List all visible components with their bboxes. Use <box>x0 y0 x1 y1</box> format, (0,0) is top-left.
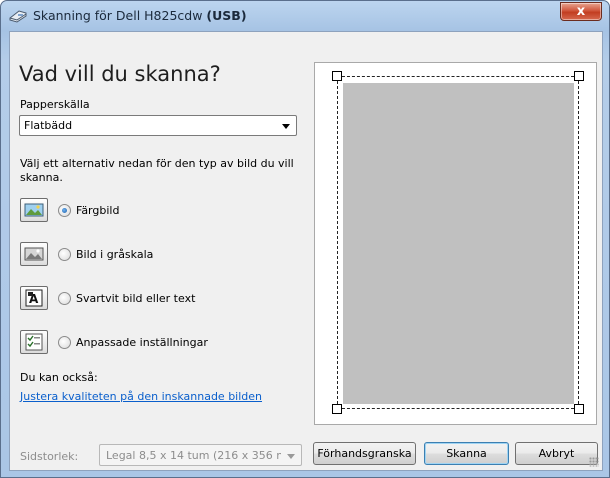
preview-pane <box>314 62 597 425</box>
custom-settings-icon[interactable] <box>20 330 48 354</box>
grayscale-photo-icon[interactable] <box>20 242 48 266</box>
scan-dialog-window: Skanning för Dell H825cdw (USB) x Vad vi… <box>0 0 610 478</box>
scanner-icon <box>9 10 27 23</box>
black-white-text-icon[interactable]: A <box>20 286 48 310</box>
page-size-label: Sidstorlek: <box>20 450 79 463</box>
scan-type-description: Välj ett alternativ nedan för den typ av… <box>20 157 294 184</box>
chevron-down-icon <box>287 454 295 459</box>
scan-button[interactable]: Skanna <box>424 442 509 465</box>
window-title: Skanning för Dell H825cdw (USB) <box>33 8 247 23</box>
color-photo-icon[interactable] <box>20 198 48 222</box>
resize-handle-bottom-right[interactable] <box>574 404 584 414</box>
window-title-main: Skanning för Dell H825cdw <box>33 8 207 23</box>
page-size-dropdown: Legal 8,5 x 14 tum (216 x 356 mm) <box>99 444 302 466</box>
custom-settings-radio[interactable] <box>58 336 71 349</box>
resize-grip-icon[interactable] <box>589 457 599 467</box>
preview-page <box>343 83 574 404</box>
resize-handle-bottom-left[interactable] <box>332 404 342 414</box>
also-label: Du kan också: <box>20 371 98 384</box>
chevron-down-icon <box>282 124 290 129</box>
custom-settings-label[interactable]: Anpassade inställningar <box>76 336 208 349</box>
dialog-body: Vad vill du skanna? Papperskälla Flatbäd… <box>9 31 603 471</box>
page-size-value: Legal 8,5 x 14 tum (216 x 356 mm) <box>106 449 281 462</box>
adjust-quality-link[interactable]: Justera kvaliteten på den inskannade bil… <box>20 390 262 403</box>
resize-handle-top-left[interactable] <box>332 71 342 81</box>
color-photo-label[interactable]: Färgbild <box>76 204 119 217</box>
black-white-text-radio[interactable] <box>58 292 71 305</box>
scan-selection-area[interactable] <box>337 76 579 409</box>
window-title-connection: (USB) <box>206 8 247 23</box>
page-title: Vad vill du skanna? <box>19 62 221 86</box>
color-photo-radio[interactable] <box>58 204 71 217</box>
paper-source-label: Papperskälla <box>20 98 90 111</box>
cancel-button[interactable]: Avbryt <box>515 442 598 465</box>
paper-source-dropdown[interactable]: Flatbädd <box>19 115 297 136</box>
preview-button[interactable]: Förhandsgranska <box>313 442 416 465</box>
grayscale-photo-label[interactable]: Bild i gråskala <box>76 248 153 261</box>
resize-handle-top-right[interactable] <box>574 71 584 81</box>
paper-source-value: Flatbädd <box>24 119 73 132</box>
title-bar[interactable]: Skanning för Dell H825cdw (USB) x <box>1 1 609 31</box>
grayscale-photo-radio[interactable] <box>58 248 71 261</box>
close-button[interactable]: x <box>560 2 602 21</box>
black-white-text-label[interactable]: Svartvit bild eller text <box>76 292 195 305</box>
